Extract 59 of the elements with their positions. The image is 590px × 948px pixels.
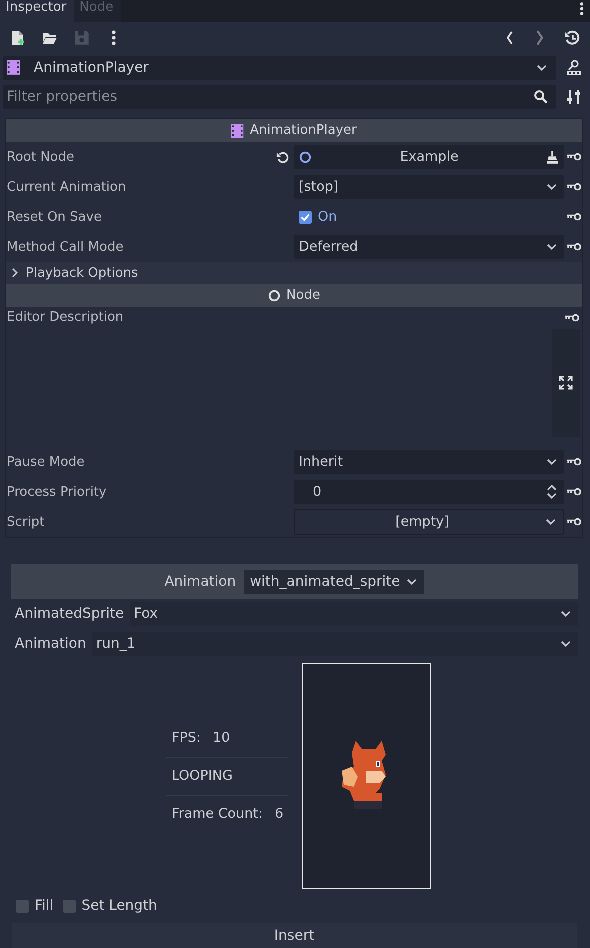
dropdown[interactable]: Fox [130, 602, 578, 626]
property-label: Current Animation [7, 180, 126, 195]
info-value: 10 [213, 730, 230, 746]
spin-arrows-icon[interactable] [546, 484, 558, 500]
folder-icon[interactable] [42, 30, 58, 46]
sliders-icon[interactable] [566, 89, 582, 106]
checkbox[interactable]: Set Length [62, 898, 158, 914]
clear-icon[interactable] [547, 150, 558, 164]
dropdown[interactable]: Inherit [294, 450, 564, 474]
revert-icon[interactable] [276, 150, 289, 164]
property-label: Reset On Save [7, 210, 102, 225]
panel-tab[interactable]: Inspector [0, 0, 74, 22]
circle-icon [268, 288, 281, 303]
checkbox[interactable]: Fill [16, 898, 54, 914]
search-icon [534, 90, 548, 104]
info-value: 6 [275, 806, 284, 822]
field-label: AnimatedSprite [15, 606, 124, 622]
history-icon[interactable] [564, 30, 580, 46]
category-header: Node [6, 284, 582, 308]
property-label: Method Call Mode [7, 240, 124, 255]
dropdown[interactable]: [stop] [294, 175, 564, 200]
checkbox-label: On [318, 209, 338, 226]
checkbox[interactable] [299, 210, 312, 224]
property-label: Root Node [7, 150, 75, 165]
object-selector[interactable]: AnimationPlayer [3, 56, 556, 80]
property-label: Script [7, 514, 45, 530]
key-icon[interactable] [567, 517, 582, 528]
key-icon[interactable] [565, 313, 580, 324]
dropdown[interactable]: run_1 [92, 632, 578, 656]
film-strip-icon [7, 60, 20, 76]
number-field[interactable]: 0 [294, 480, 564, 504]
dropdown[interactable]: Deferred [294, 235, 564, 260]
key-icon[interactable] [567, 242, 582, 252]
insert-button[interactable]: Insert [12, 923, 577, 948]
property-label: Process Priority [7, 484, 107, 500]
film-strip-icon [231, 124, 244, 138]
property-label: Editor Description [7, 310, 124, 326]
key-icon[interactable] [567, 152, 582, 162]
key-icon[interactable] [567, 182, 582, 192]
search-field[interactable]: Filter properties [3, 85, 556, 110]
expand-icon[interactable] [559, 376, 573, 390]
animation-dropdown[interactable]: with_animated_sprite [244, 570, 424, 594]
info-label: LOOPING [172, 768, 233, 784]
group-header[interactable]: Playback Options [6, 262, 582, 284]
field-label: Animation [15, 636, 86, 652]
circle-icon [299, 150, 312, 164]
property-label: Pause Mode [7, 454, 85, 470]
info-label: Frame Count: [172, 806, 263, 822]
help-doc-icon[interactable] [566, 60, 582, 76]
new-file-icon[interactable] [10, 30, 26, 46]
menu-icon[interactable] [580, 2, 584, 16]
category-header: AnimationPlayer [6, 119, 582, 142]
key-icon[interactable] [567, 457, 582, 468]
resource-picker[interactable]: [empty] [294, 509, 564, 536]
node-path-field[interactable]: Example [294, 145, 564, 170]
key-icon[interactable] [567, 487, 582, 498]
info-label: FPS: [172, 730, 202, 746]
key-icon[interactable] [567, 212, 582, 222]
animation-label: Animation [164, 574, 236, 590]
